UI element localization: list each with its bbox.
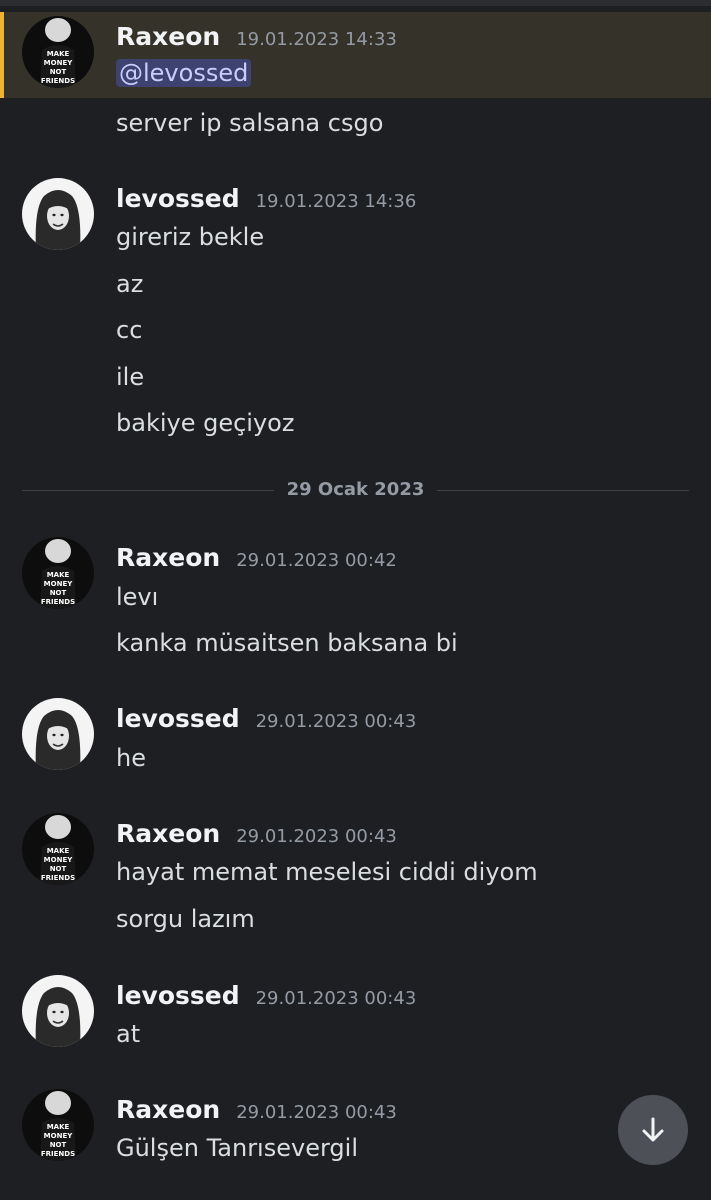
message-header: Raxeon 29.01.2023 00:43 — [116, 819, 397, 848]
svg-text:MONEY: MONEY — [44, 856, 74, 864]
avatar-raxeon[interactable]: MAKE MONEY NOT FRIENDS — [22, 16, 94, 88]
svg-text:FRIENDS: FRIENDS — [41, 77, 75, 85]
chat-message-list[interactable]: MAKE MONEY NOT FRIENDS Raxeon 19.01.2023… — [0, 0, 711, 1200]
timestamp: 19.01.2023 14:33 — [236, 29, 397, 50]
timestamp: 29.01.2023 00:43 — [236, 826, 397, 847]
message-header: levossed 29.01.2023 00:43 — [116, 704, 416, 733]
scroll-to-bottom-button[interactable] — [618, 1095, 688, 1165]
message-text: gireriz bekle — [116, 223, 265, 251]
svg-text:MAKE: MAKE — [47, 571, 70, 579]
top-edge — [0, 0, 711, 6]
message-text: cc — [116, 316, 143, 344]
svg-text:MONEY: MONEY — [44, 580, 74, 588]
arrow-down-icon — [642, 1117, 664, 1142]
svg-text:MAKE: MAKE — [47, 50, 70, 58]
timestamp: 29.01.2023 00:43 — [236, 1102, 397, 1123]
message-text: ile — [116, 363, 145, 391]
message-text: sorgu lazım — [116, 905, 255, 933]
avatar-levossed[interactable] — [22, 178, 94, 250]
message-group-raxeon-1[interactable]: MAKE MONEY NOT FRIENDS Raxeon 19.01.2023… — [0, 12, 711, 98]
username[interactable]: Raxeon — [116, 819, 220, 848]
username[interactable]: levossed — [116, 184, 240, 213]
svg-text:FRIENDS: FRIENDS — [41, 874, 75, 882]
username[interactable]: Raxeon — [116, 1095, 220, 1124]
avatar-raxeon[interactable]: MAKE MONEY NOT FRIENDS — [22, 1089, 94, 1161]
avatar-raxeon[interactable]: MAKE MONEY NOT FRIENDS — [22, 813, 94, 885]
svg-text:NOT: NOT — [50, 68, 67, 76]
avatar-levossed[interactable] — [22, 698, 94, 770]
svg-text:NOT: NOT — [50, 589, 67, 597]
message-text: @levossed — [116, 58, 252, 88]
message-text: hayat memat meselesi ciddi diyom — [116, 858, 538, 886]
message-text: levı — [116, 583, 159, 611]
user-mention[interactable]: @levossed — [116, 59, 252, 87]
username[interactable]: Raxeon — [116, 543, 220, 572]
message-text: server ip salsana csgo — [116, 109, 384, 137]
svg-text:NOT: NOT — [50, 865, 67, 873]
message-text: bakiye geçiyoz — [116, 409, 295, 437]
username[interactable]: levossed — [116, 981, 240, 1010]
message-header: Raxeon 19.01.2023 14:33 — [116, 22, 397, 51]
timestamp: 29.01.2023 00:42 — [236, 550, 397, 571]
message-header: Raxeon 29.01.2023 00:42 — [116, 543, 397, 572]
message-text: Gülşen Tanrısevergil — [116, 1134, 358, 1162]
timestamp: 29.01.2023 00:43 — [255, 711, 417, 732]
avatar-raxeon[interactable]: MAKE MONEY NOT FRIENDS — [22, 537, 94, 609]
timestamp: 19.01.2023 14:36 — [255, 191, 417, 212]
svg-text:MONEY: MONEY — [44, 59, 74, 67]
svg-text:FRIENDS: FRIENDS — [41, 1150, 75, 1158]
date-divider: 29 Ocak 2023 — [22, 478, 689, 502]
message-text: az — [116, 270, 144, 298]
message-text: he — [116, 744, 146, 772]
message-header: levossed 19.01.2023 14:36 — [116, 184, 416, 213]
message-text: at — [116, 1020, 141, 1048]
svg-text:MAKE: MAKE — [47, 847, 70, 855]
timestamp: 29.01.2023 00:43 — [255, 988, 417, 1009]
username[interactable]: Raxeon — [116, 22, 220, 51]
message-text: kanka müsaitsen baksana bi — [116, 629, 458, 657]
username[interactable]: levossed — [116, 704, 240, 733]
message-header: Raxeon 29.01.2023 00:43 — [116, 1095, 397, 1124]
message-header: levossed 29.01.2023 00:43 — [116, 981, 416, 1010]
svg-text:FRIENDS: FRIENDS — [41, 598, 75, 606]
avatar-levossed[interactable] — [22, 975, 94, 1047]
divider-line-right — [437, 490, 689, 491]
svg-text:MONEY: MONEY — [44, 1132, 74, 1140]
svg-text:MAKE: MAKE — [47, 1123, 70, 1131]
mention-indicator-bar — [0, 12, 4, 98]
svg-text:NOT: NOT — [50, 1141, 67, 1149]
